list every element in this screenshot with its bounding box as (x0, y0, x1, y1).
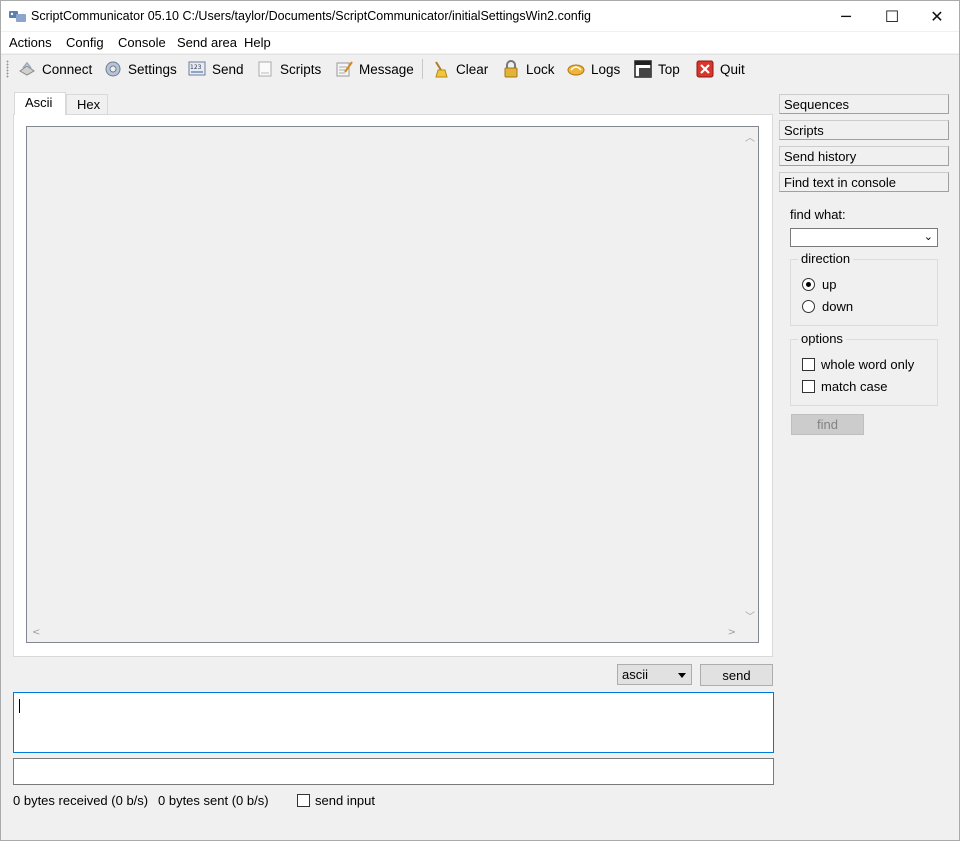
menu-actions[interactable]: Actions (9, 35, 52, 50)
send-input-area[interactable] (13, 692, 774, 753)
menu-help[interactable]: Help (244, 35, 271, 50)
sequences-panel-header[interactable]: Sequences (779, 94, 949, 114)
whole-word-label: whole word only (821, 357, 915, 372)
window-top-icon (634, 60, 652, 78)
options-groupbox (790, 339, 938, 406)
menu-console[interactable]: Console (118, 35, 166, 50)
app-icon (9, 11, 26, 22)
bytes-received-status: 0 bytes received (0 b/s) (13, 793, 149, 808)
send-icon: 123 (188, 61, 206, 76)
lock-label: Lock (526, 61, 555, 77)
console-horizontal-scrollbar[interactable]: < > (27, 625, 741, 642)
quit-button[interactable]: Quit (696, 58, 745, 80)
clear-label: Clear (456, 61, 489, 77)
top-button[interactable]: Top (634, 58, 680, 80)
connect-label: Connect (42, 61, 93, 77)
find-what-label: find what: (790, 207, 846, 222)
lock-button[interactable]: Lock (502, 58, 555, 80)
quit-label: Quit (720, 61, 745, 77)
direction-groupbox (790, 259, 938, 326)
message-icon (336, 61, 353, 77)
bytes-sent-status: 0 bytes sent (0 b/s) (158, 793, 269, 808)
scroll-down-icon[interactable]: ﹀ (745, 608, 755, 623)
direction-down-label: down (822, 299, 854, 314)
window-title: ScriptCommunicator 05.10 C:/Users/taylor… (31, 9, 591, 23)
tab-hex-label: Hex (77, 97, 101, 112)
title-bar: ScriptCommunicator 05.10 C:/Users/taylor… (1, 1, 959, 31)
scripts-button[interactable]: Scripts (256, 58, 321, 80)
match-case-checkbox[interactable] (802, 380, 815, 393)
logs-icon (567, 64, 585, 76)
svg-text:123: 123 (190, 64, 202, 71)
toolbar: Connect Settings 123 Send Scripts Messag… (1, 54, 959, 82)
logs-label: Logs (591, 61, 621, 77)
scroll-up-icon[interactable]: ︿ (745, 129, 755, 144)
whole-word-checkbox[interactable] (802, 358, 815, 371)
menu-config[interactable]: Config (66, 35, 104, 50)
menu-bar: Actions Config Console Send area Help (1, 32, 959, 53)
send-button-label: send (722, 667, 751, 683)
quit-icon (696, 60, 714, 78)
tab-ascii-label: Ascii (25, 95, 53, 110)
options-title: options (798, 331, 846, 346)
console-output[interactable]: ︿ ﹀ < > (26, 126, 759, 643)
find-text-panel-header[interactable]: Find text in console (779, 172, 949, 192)
logs-button[interactable]: Logs (567, 58, 620, 80)
send-toolbar-button[interactable]: 123 Send (188, 58, 244, 80)
send-format-value: ascii (622, 667, 649, 682)
minimize-button[interactable]: ─ (823, 1, 869, 31)
send-history-panel-header[interactable]: Send history (779, 146, 949, 166)
send-input-checkbox[interactable] (297, 794, 310, 807)
dropdown-arrow-icon (678, 673, 686, 678)
close-button[interactable]: ✕ (914, 1, 960, 31)
direction-up-label: up (822, 277, 837, 292)
settings-button[interactable]: Settings (104, 58, 177, 80)
send-input-label: send input (315, 793, 375, 808)
tab-hex[interactable]: Hex (66, 94, 108, 114)
toolbar-grip[interactable] (6, 60, 9, 78)
scripts-icon (258, 61, 272, 77)
sequences-label: Sequences (784, 97, 850, 112)
send-toolbar-label: Send (212, 61, 244, 77)
connect-button[interactable]: Connect (18, 58, 92, 80)
find-button-label: find (817, 417, 838, 432)
direction-down-radio[interactable] (802, 300, 815, 313)
message-label: Message (359, 61, 414, 77)
chevron-down-icon: ⌄ (923, 230, 933, 243)
find-button[interactable]: find (791, 414, 864, 435)
connect-icon (19, 61, 35, 76)
find-what-combobox[interactable]: ⌄ (790, 228, 938, 247)
menu-send-area[interactable]: Send area (177, 35, 237, 50)
broom-icon (435, 61, 448, 78)
top-label: Top (658, 61, 680, 77)
send-format-select[interactable]: ascii (617, 664, 692, 685)
text-cursor (19, 699, 20, 713)
toolbar-separator (422, 59, 423, 79)
scripts-panel-header[interactable]: Scripts (779, 120, 949, 140)
minimize-icon: ─ (841, 6, 851, 26)
secondary-send-input[interactable] (13, 758, 774, 785)
message-button[interactable]: Message (335, 58, 414, 80)
clear-button[interactable]: Clear (432, 58, 488, 80)
maximize-icon: ☐ (884, 6, 900, 26)
direction-up-radio[interactable] (802, 278, 815, 291)
tab-ascii[interactable]: Ascii (14, 92, 66, 115)
match-case-label: match case (821, 379, 888, 394)
console-vertical-scrollbar[interactable]: ︿ ﹀ (741, 127, 758, 625)
send-button[interactable]: send (700, 664, 773, 686)
scroll-right-icon[interactable]: > (728, 627, 736, 638)
gear-icon (105, 61, 121, 77)
find-text-label: Find text in console (784, 175, 897, 190)
direction-title: direction (798, 251, 854, 266)
main-window: ScriptCommunicator 05.10 C:/Users/taylor… (0, 0, 960, 841)
send-history-label: Send history (784, 149, 857, 164)
lock-icon (504, 60, 518, 78)
settings-label: Settings (128, 61, 177, 77)
scroll-left-icon[interactable]: < (32, 627, 40, 638)
scripts-panel-label: Scripts (784, 123, 824, 138)
maximize-button[interactable]: ☐ (869, 1, 915, 31)
scripts-label: Scripts (280, 61, 322, 77)
close-icon: ✕ (930, 6, 944, 26)
